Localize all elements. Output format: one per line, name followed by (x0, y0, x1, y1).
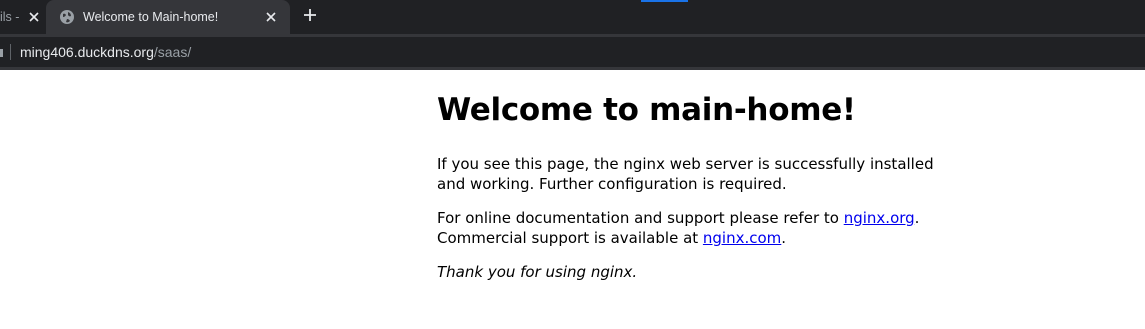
intro-paragraph: If you see this page, the nginx web serv… (437, 155, 934, 193)
tab-strip-accent (641, 0, 688, 2)
plus-icon (303, 8, 317, 27)
tab-active[interactable]: Welcome to Main-home! (46, 0, 290, 34)
tab-strip: ils - Welcome to Main-home! (0, 0, 1145, 34)
new-tab-button[interactable] (298, 5, 322, 29)
url-text[interactable]: ming406.duckdns.org/saas/ (20, 44, 191, 60)
tab-title: Welcome to Main-home! (83, 10, 219, 24)
doc-text-prefix: For online documentation and support ple… (437, 209, 844, 227)
browser-chrome: ils - Welcome to Main-home! ming406.duck… (0, 0, 1145, 70)
page-title: Welcome to main-home! (437, 92, 856, 128)
url-path: /saas/ (153, 44, 192, 60)
close-icon[interactable] (24, 7, 44, 27)
tab-inactive[interactable]: ils - (0, 0, 46, 34)
toolbar: ming406.duckdns.org/saas/ (0, 34, 1145, 70)
url-host: ming406.duckdns.org (20, 44, 154, 60)
globe-icon (59, 9, 75, 25)
thanks-text: Thank you for using nginx. (437, 263, 638, 281)
close-icon[interactable] (261, 7, 281, 27)
documentation-paragraph: For online documentation and support ple… (437, 208, 957, 248)
address-bar-divider (10, 44, 11, 60)
page-content: Welcome to main-home! If you see this pa… (437, 88, 957, 296)
page-viewport: Welcome to main-home! If you see this pa… (0, 70, 1145, 329)
thanks-paragraph: Thank you for using nginx. (437, 262, 957, 282)
doc-text-suffix: . (781, 229, 787, 247)
address-bar[interactable]: ming406.duckdns.org/saas/ (0, 37, 1145, 67)
nginx-org-link[interactable]: nginx.org (844, 209, 915, 227)
tab-title: ils - (0, 10, 20, 24)
nginx-com-link[interactable]: nginx.com (703, 229, 781, 247)
site-info-icon[interactable] (0, 44, 4, 60)
